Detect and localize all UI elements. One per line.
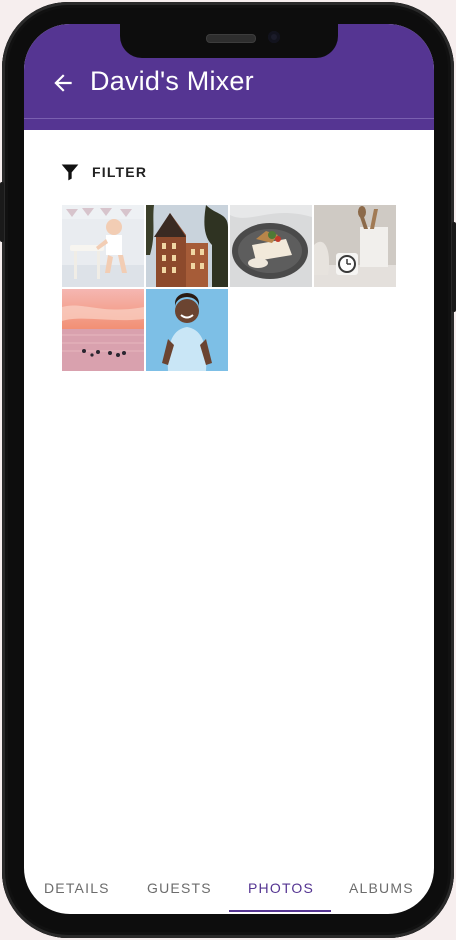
tab-details[interactable]: DETAILS <box>44 880 110 896</box>
power-button <box>452 222 456 312</box>
app-bar-divider <box>24 118 434 130</box>
phone-frame: David's Mixer FILTER DETAILS GUESTS PHOT… <box>0 2 456 938</box>
speaker-grille <box>206 34 256 43</box>
filter-label: FILTER <box>92 164 148 180</box>
active-tab-indicator <box>229 910 331 912</box>
photo-thumbnail[interactable] <box>314 205 396 287</box>
bottom-tab-bar: DETAILS GUESTS PHOTOS ALBUMS <box>24 866 434 914</box>
back-button[interactable] <box>48 68 78 98</box>
phone-notch <box>120 24 338 58</box>
filter-button[interactable]: FILTER <box>60 160 147 184</box>
photo-thumbnail[interactable] <box>146 289 228 371</box>
photo-thumbnail[interactable] <box>62 289 144 371</box>
photo-thumbnail[interactable] <box>62 205 144 287</box>
app-screen: David's Mixer FILTER DETAILS GUESTS PHOT… <box>24 24 434 914</box>
sunset-photo <box>62 289 144 371</box>
boy-photo <box>146 289 228 371</box>
page-title: David's Mixer <box>90 66 254 96</box>
tab-guests[interactable]: GUESTS <box>147 880 212 896</box>
tab-photos[interactable]: PHOTOS <box>248 880 314 896</box>
volume-button <box>0 182 4 242</box>
kitchen-photo <box>314 205 396 287</box>
baby-photo <box>62 205 144 287</box>
arrow-left-icon <box>54 74 72 92</box>
photo-thumbnail[interactable] <box>146 205 228 287</box>
front-camera <box>268 31 280 43</box>
filter-funnel-icon <box>61 164 79 181</box>
tab-albums[interactable]: ALBUMS <box>349 880 414 896</box>
food-photo <box>230 205 312 287</box>
building-photo <box>146 205 228 287</box>
photo-thumbnail[interactable] <box>230 205 312 287</box>
